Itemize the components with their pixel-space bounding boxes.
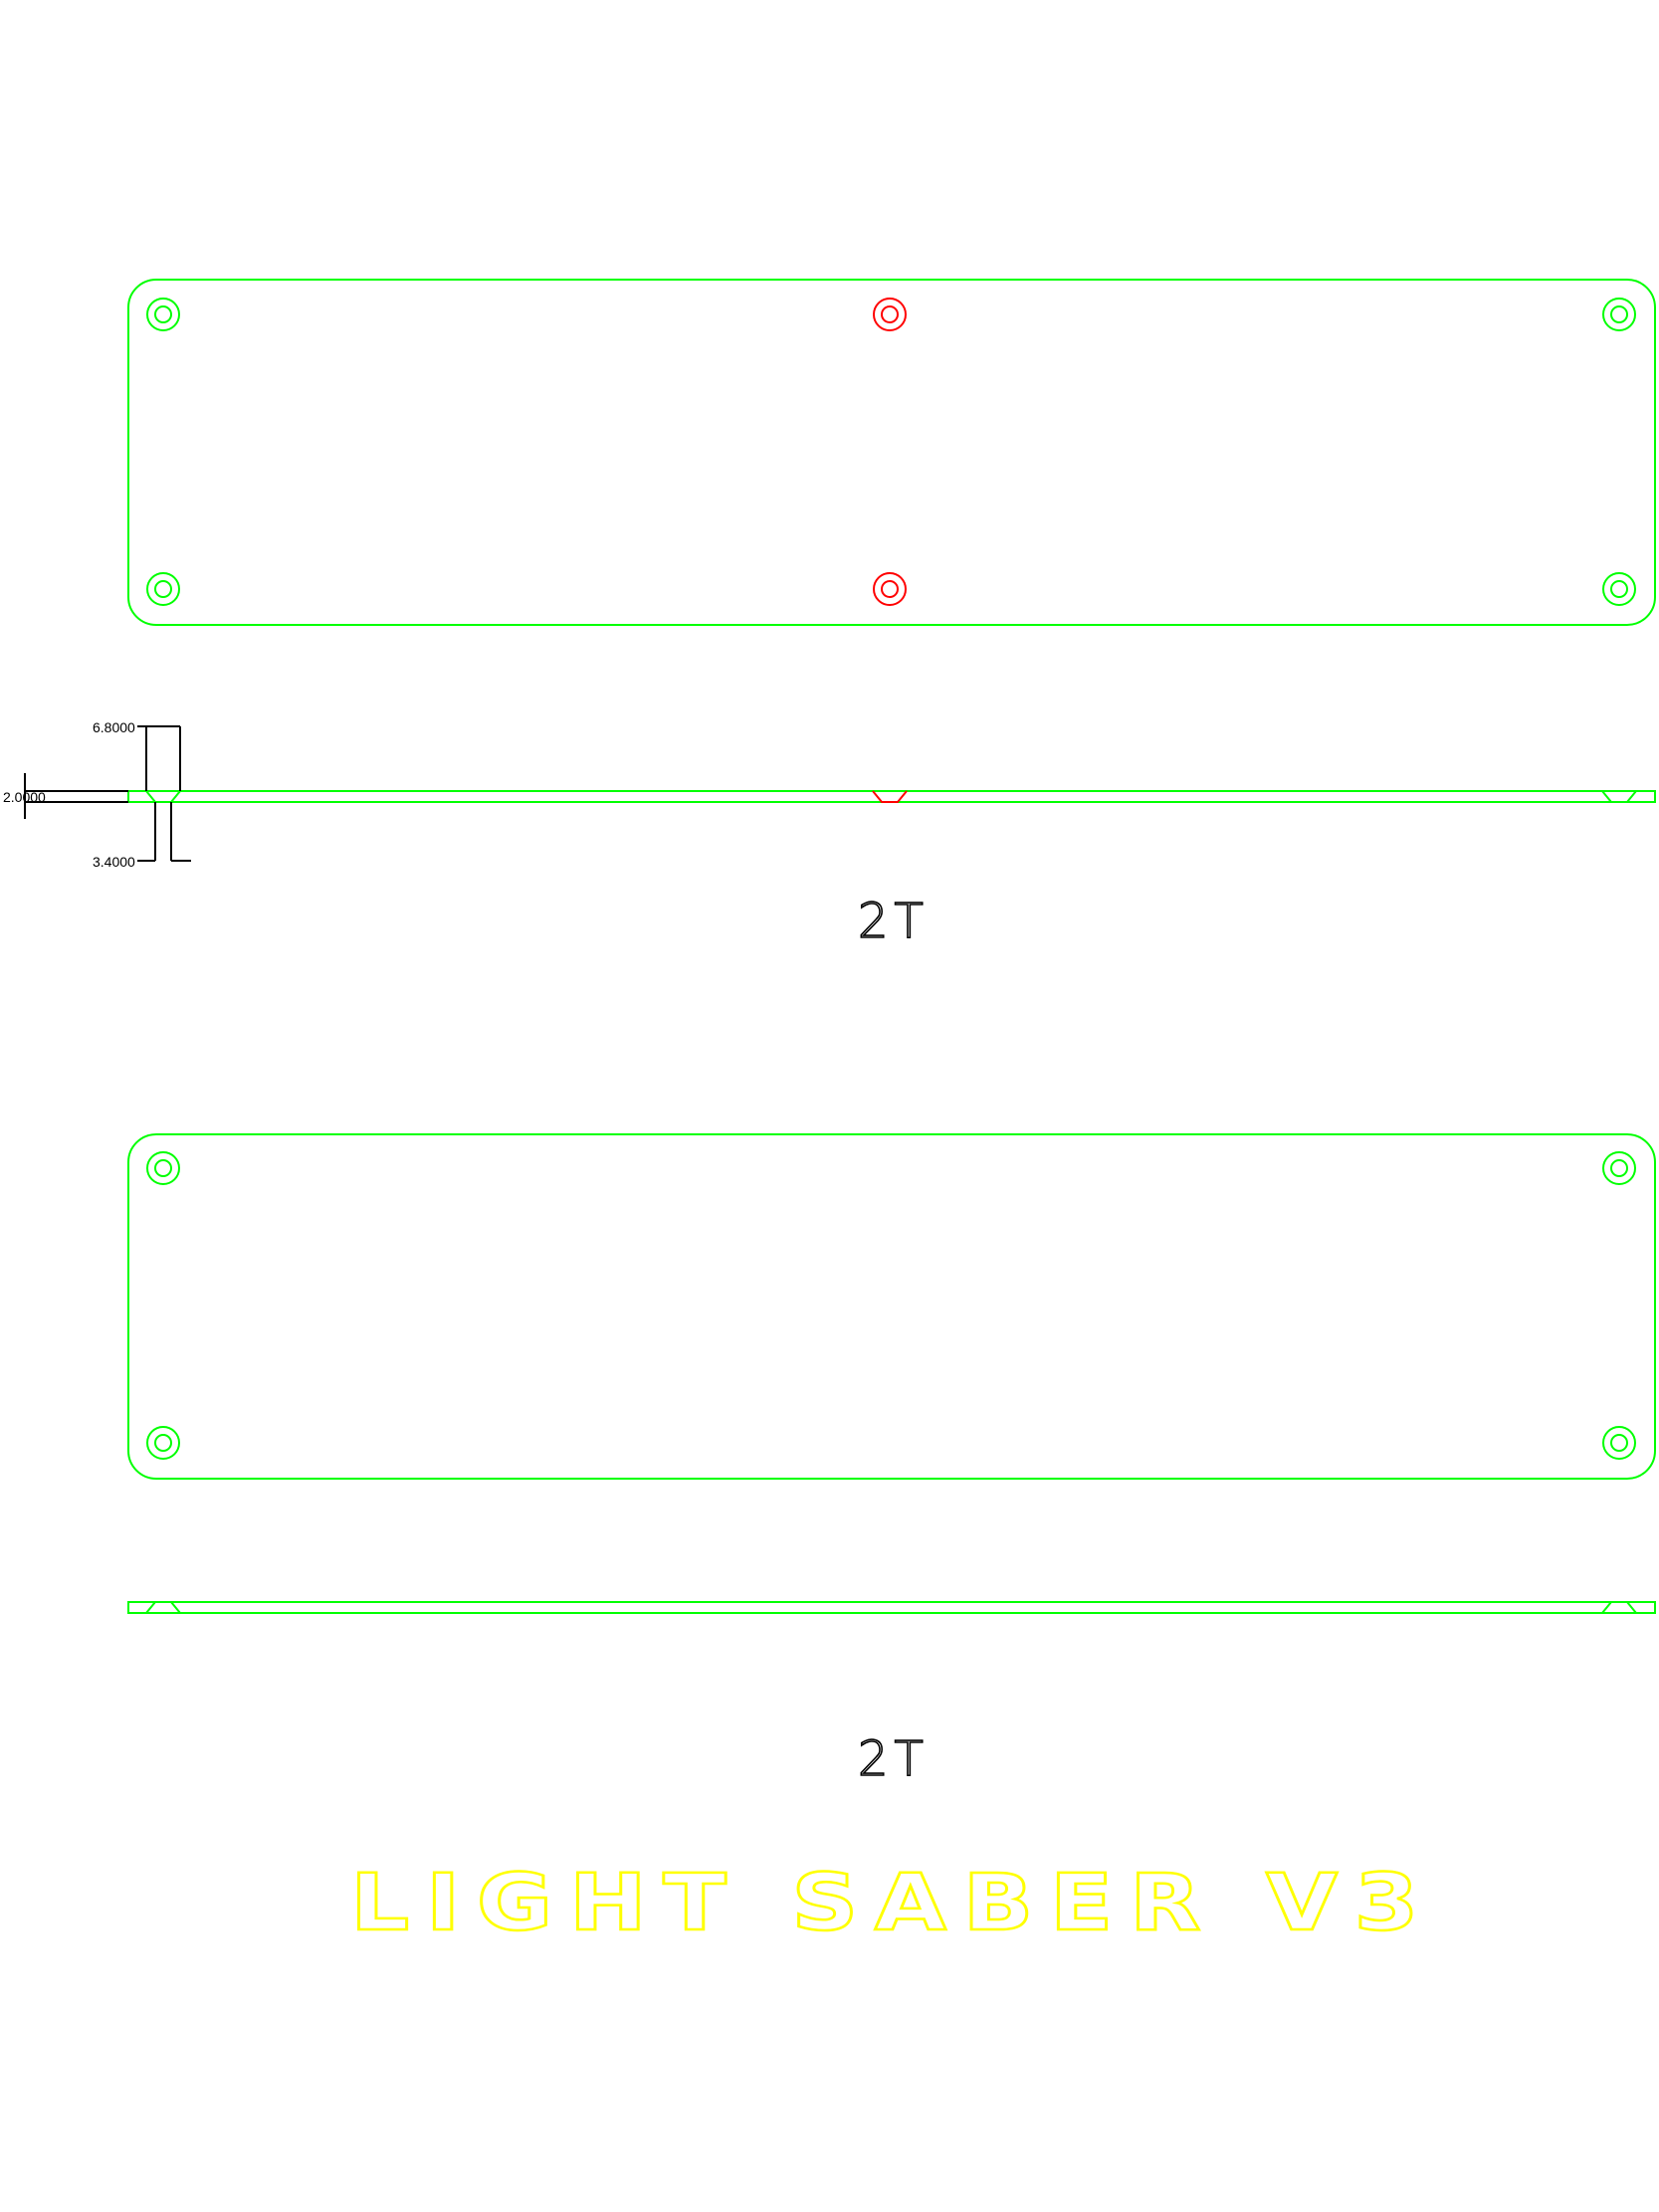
center-hole — [873, 298, 907, 331]
mounting-hole — [146, 1426, 180, 1460]
plate-1-top-view — [127, 279, 1656, 626]
dimension-hole: 3.4000 — [93, 854, 135, 870]
dimension-thickness: 2.0000 — [3, 789, 46, 805]
part-1-label: 2T — [858, 894, 930, 949]
mounting-hole — [1602, 572, 1636, 606]
mounting-hole — [146, 1151, 180, 1185]
plate-2-outline — [127, 1133, 1656, 1480]
mounting-hole — [1602, 1151, 1636, 1185]
plate-2-side-view — [127, 1601, 1656, 1614]
mounting-hole — [1602, 298, 1636, 331]
center-hole — [873, 572, 907, 606]
mounting-hole — [146, 298, 180, 331]
part-2-label: 2T — [858, 1731, 930, 1787]
mounting-hole — [146, 572, 180, 606]
dimension-annotations: 6.8000 2.0000 3.4000 — [3, 719, 191, 870]
plate-1-side-view — [127, 790, 1656, 803]
dimension-countersink: 6.8000 — [93, 719, 135, 735]
plate-2-top-view — [127, 1133, 1656, 1480]
drawing-title: LIGHT SABER V3 — [350, 1859, 1435, 1948]
cad-drawing: 6.8000 2.0000 3.4000 2T 2T LIGHT SABER V… — [3, 279, 1656, 1949]
mounting-hole — [1602, 1426, 1636, 1460]
